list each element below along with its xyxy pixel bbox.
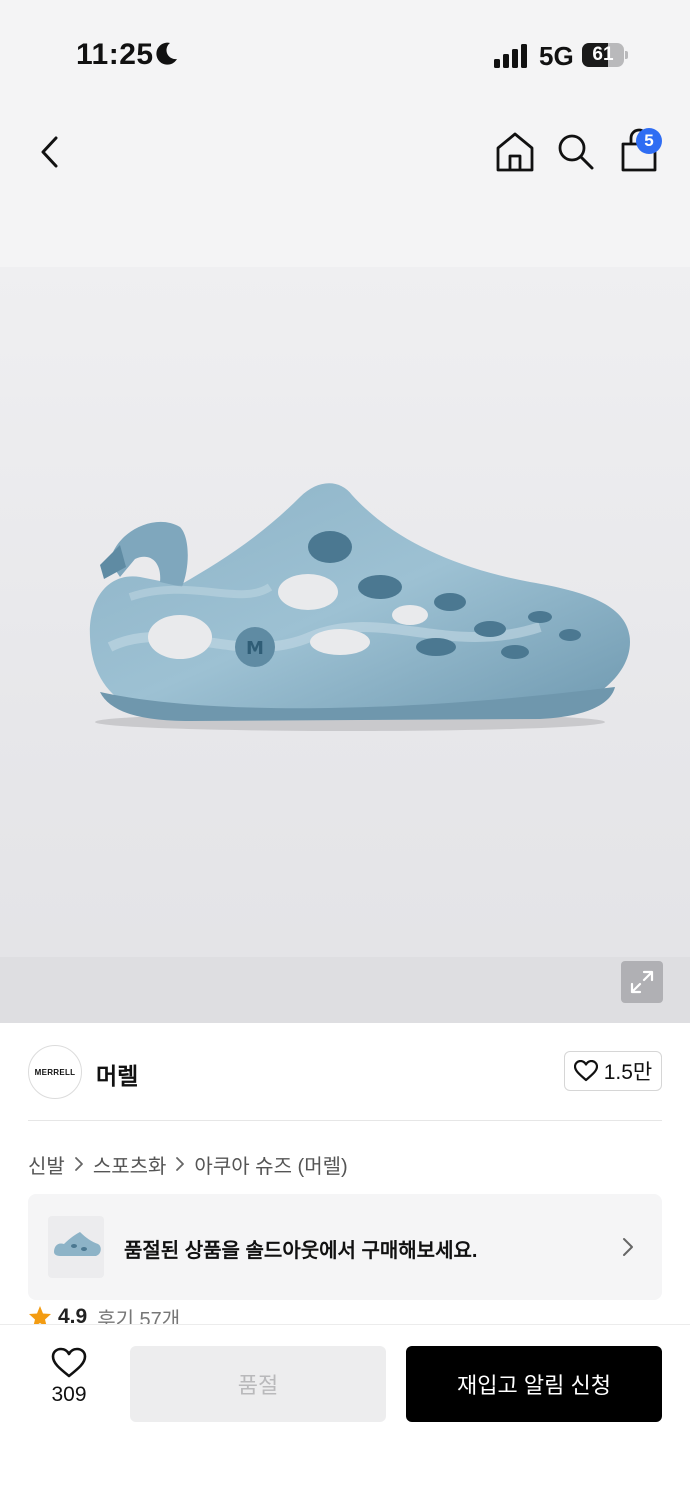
bottom-action-bar: 309 품절 재입고 알림 신청 xyxy=(0,1324,690,1500)
network-type: 5G xyxy=(539,41,574,71)
product-page: 11:25 5G 61 5 M MERRELL 머렐 1.5만 신발 스포츠화 … xyxy=(0,0,690,1500)
wishlist-button[interactable]: 309 xyxy=(36,1347,102,1427)
battery-icon: 61 xyxy=(582,43,628,67)
back-icon xyxy=(41,136,58,168)
search-button[interactable] xyxy=(556,130,596,174)
breadcrumb-item-shoes[interactable]: 신발 xyxy=(28,1150,65,1179)
soldout-banner-text: 품절된 상품을 솔드아웃에서 구매해보세요. xyxy=(124,1240,478,1262)
breadcrumb-item-aqua-shoes[interactable]: 아쿠아 슈즈 (머렐) xyxy=(194,1150,347,1179)
expand-icon xyxy=(630,970,654,994)
restock-alert-button[interactable]: 재입고 알림 신청 xyxy=(406,1346,662,1422)
chevron-right-icon xyxy=(623,1238,633,1256)
brand-like-button[interactable]: 1.5만 xyxy=(564,1051,662,1091)
soldout-button: 품절 xyxy=(130,1346,386,1422)
brand-logo[interactable]: MERRELL xyxy=(28,1045,82,1099)
wishlist-count: 309 xyxy=(51,1383,87,1406)
heart-icon xyxy=(51,1347,87,1378)
home-button[interactable] xyxy=(494,130,536,174)
expand-button[interactable] xyxy=(621,961,663,1003)
banner-thumbnail xyxy=(48,1216,104,1278)
brand-row: MERRELL 머렐 1.5만 xyxy=(0,1023,690,1121)
top-nav-bar xyxy=(0,112,690,267)
breadcrumb-item-sports-shoes[interactable]: 스포츠화 xyxy=(93,1150,167,1179)
shoe-image: M xyxy=(89,483,630,731)
svg-text:M: M xyxy=(246,638,264,659)
moon-icon xyxy=(156,42,177,65)
back-button[interactable] xyxy=(30,130,70,174)
brand-like-count: 1.5만 xyxy=(603,1061,653,1084)
brand-name[interactable]: 머렐 xyxy=(96,1057,138,1091)
signal-icon xyxy=(494,44,527,68)
heart-icon xyxy=(573,1060,598,1082)
home-icon xyxy=(496,132,534,172)
chevron-right-icon xyxy=(74,1157,83,1171)
divider xyxy=(28,1120,662,1121)
search-icon xyxy=(558,134,594,170)
chevron-right-icon xyxy=(176,1157,185,1171)
soldout-banner[interactable]: 품절된 상품을 솔드아웃에서 구매해보세요. xyxy=(28,1194,662,1300)
breadcrumb: 신발 스포츠화 아쿠아 슈즈 (머렐) xyxy=(28,1150,348,1178)
cart-count-badge: 5 xyxy=(636,128,662,154)
product-image-area[interactable]: M xyxy=(0,267,690,1023)
status-bar: 11:25 5G 61 xyxy=(0,0,690,112)
battery-level: 61 xyxy=(592,44,614,65)
status-time: 11:25 xyxy=(76,38,154,71)
